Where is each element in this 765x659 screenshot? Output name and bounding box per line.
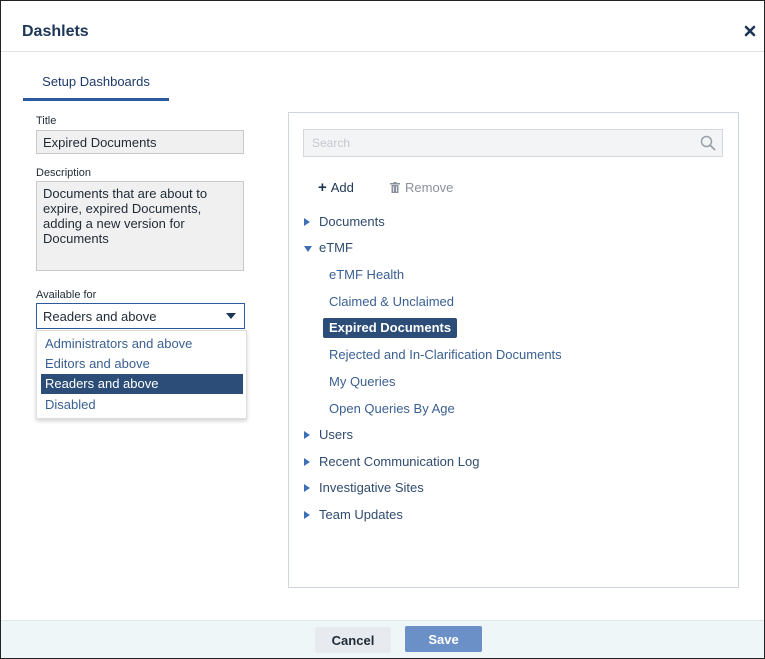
caret-right-icon <box>304 458 310 466</box>
available-for-label: Available for <box>36 289 97 301</box>
cancel-button[interactable]: Cancel <box>315 627 391 653</box>
dialog-header: Dashlets <box>1 1 764 52</box>
search-icon[interactable] <box>700 135 716 151</box>
tree-child-etmf-health[interactable]: eTMF Health <box>329 265 404 285</box>
tree-child-open-queries-by-age[interactable]: Open Queries By Age <box>329 399 455 419</box>
caret-right-icon <box>304 218 310 226</box>
available-for-value: Readers and above <box>43 309 157 324</box>
add-button[interactable]: + Add <box>318 179 354 196</box>
description-label: Description <box>36 167 92 179</box>
close-icon[interactable] <box>744 24 756 37</box>
dialog-footer: Cancel Save <box>1 620 764 658</box>
title-label: Title <box>36 115 57 127</box>
tree-item-label: eTMF <box>319 240 353 255</box>
trash-icon <box>390 181 400 196</box>
remove-label: Remove <box>405 180 454 195</box>
tree-item-label: Users <box>319 427 353 442</box>
tab-setup-dashboards[interactable]: Setup Dashboards <box>23 74 169 101</box>
tree-child-my-queries[interactable]: My Queries <box>329 372 395 392</box>
dashlet-library-panel: +Add Remove Documents eTMF eTMF Health <box>288 112 739 588</box>
caret-right-icon <box>304 484 310 492</box>
plus-icon: + <box>318 179 327 196</box>
search-box <box>303 129 723 157</box>
dashlets-dialog: Dashlets Setup Dashboards Title Descript… <box>0 0 765 659</box>
tree-item-label: Documents <box>319 214 385 229</box>
title-field[interactable] <box>36 130 244 154</box>
option-administrators[interactable]: Administrators and above <box>41 334 243 354</box>
remove-button[interactable]: Remove <box>390 180 453 196</box>
add-label: Add <box>330 180 354 195</box>
caret-right-icon <box>304 431 310 439</box>
dialog-title: Dashlets <box>22 23 89 40</box>
chevron-down-icon <box>226 313 236 319</box>
option-disabled[interactable]: Disabled <box>41 395 243 415</box>
tree-item-label: Team Updates <box>319 507 403 522</box>
available-for-select[interactable]: Readers and above <box>36 303 245 329</box>
tree-child-rejected-documents[interactable]: Rejected and In-Clarification Documents <box>329 345 562 365</box>
caret-right-icon <box>304 511 310 519</box>
tree-item-label: Recent Communication Log <box>319 454 480 469</box>
tree-item-label: Investigative Sites <box>319 480 424 495</box>
caret-down-icon <box>304 246 312 252</box>
tree-child-expired-documents[interactable]: Expired Documents <box>323 318 458 338</box>
save-button[interactable]: Save <box>405 626 482 652</box>
available-for-dropdown: Administrators and above Editors and abo… <box>36 330 247 419</box>
option-editors[interactable]: Editors and above <box>41 354 243 374</box>
option-readers[interactable]: Readers and above <box>41 374 243 394</box>
search-input[interactable] <box>304 130 710 156</box>
tree-child-claimed-unclaimed[interactable]: Claimed & Unclaimed <box>329 292 454 312</box>
description-field[interactable]: Documents that are about to expire, expi… <box>36 181 244 271</box>
